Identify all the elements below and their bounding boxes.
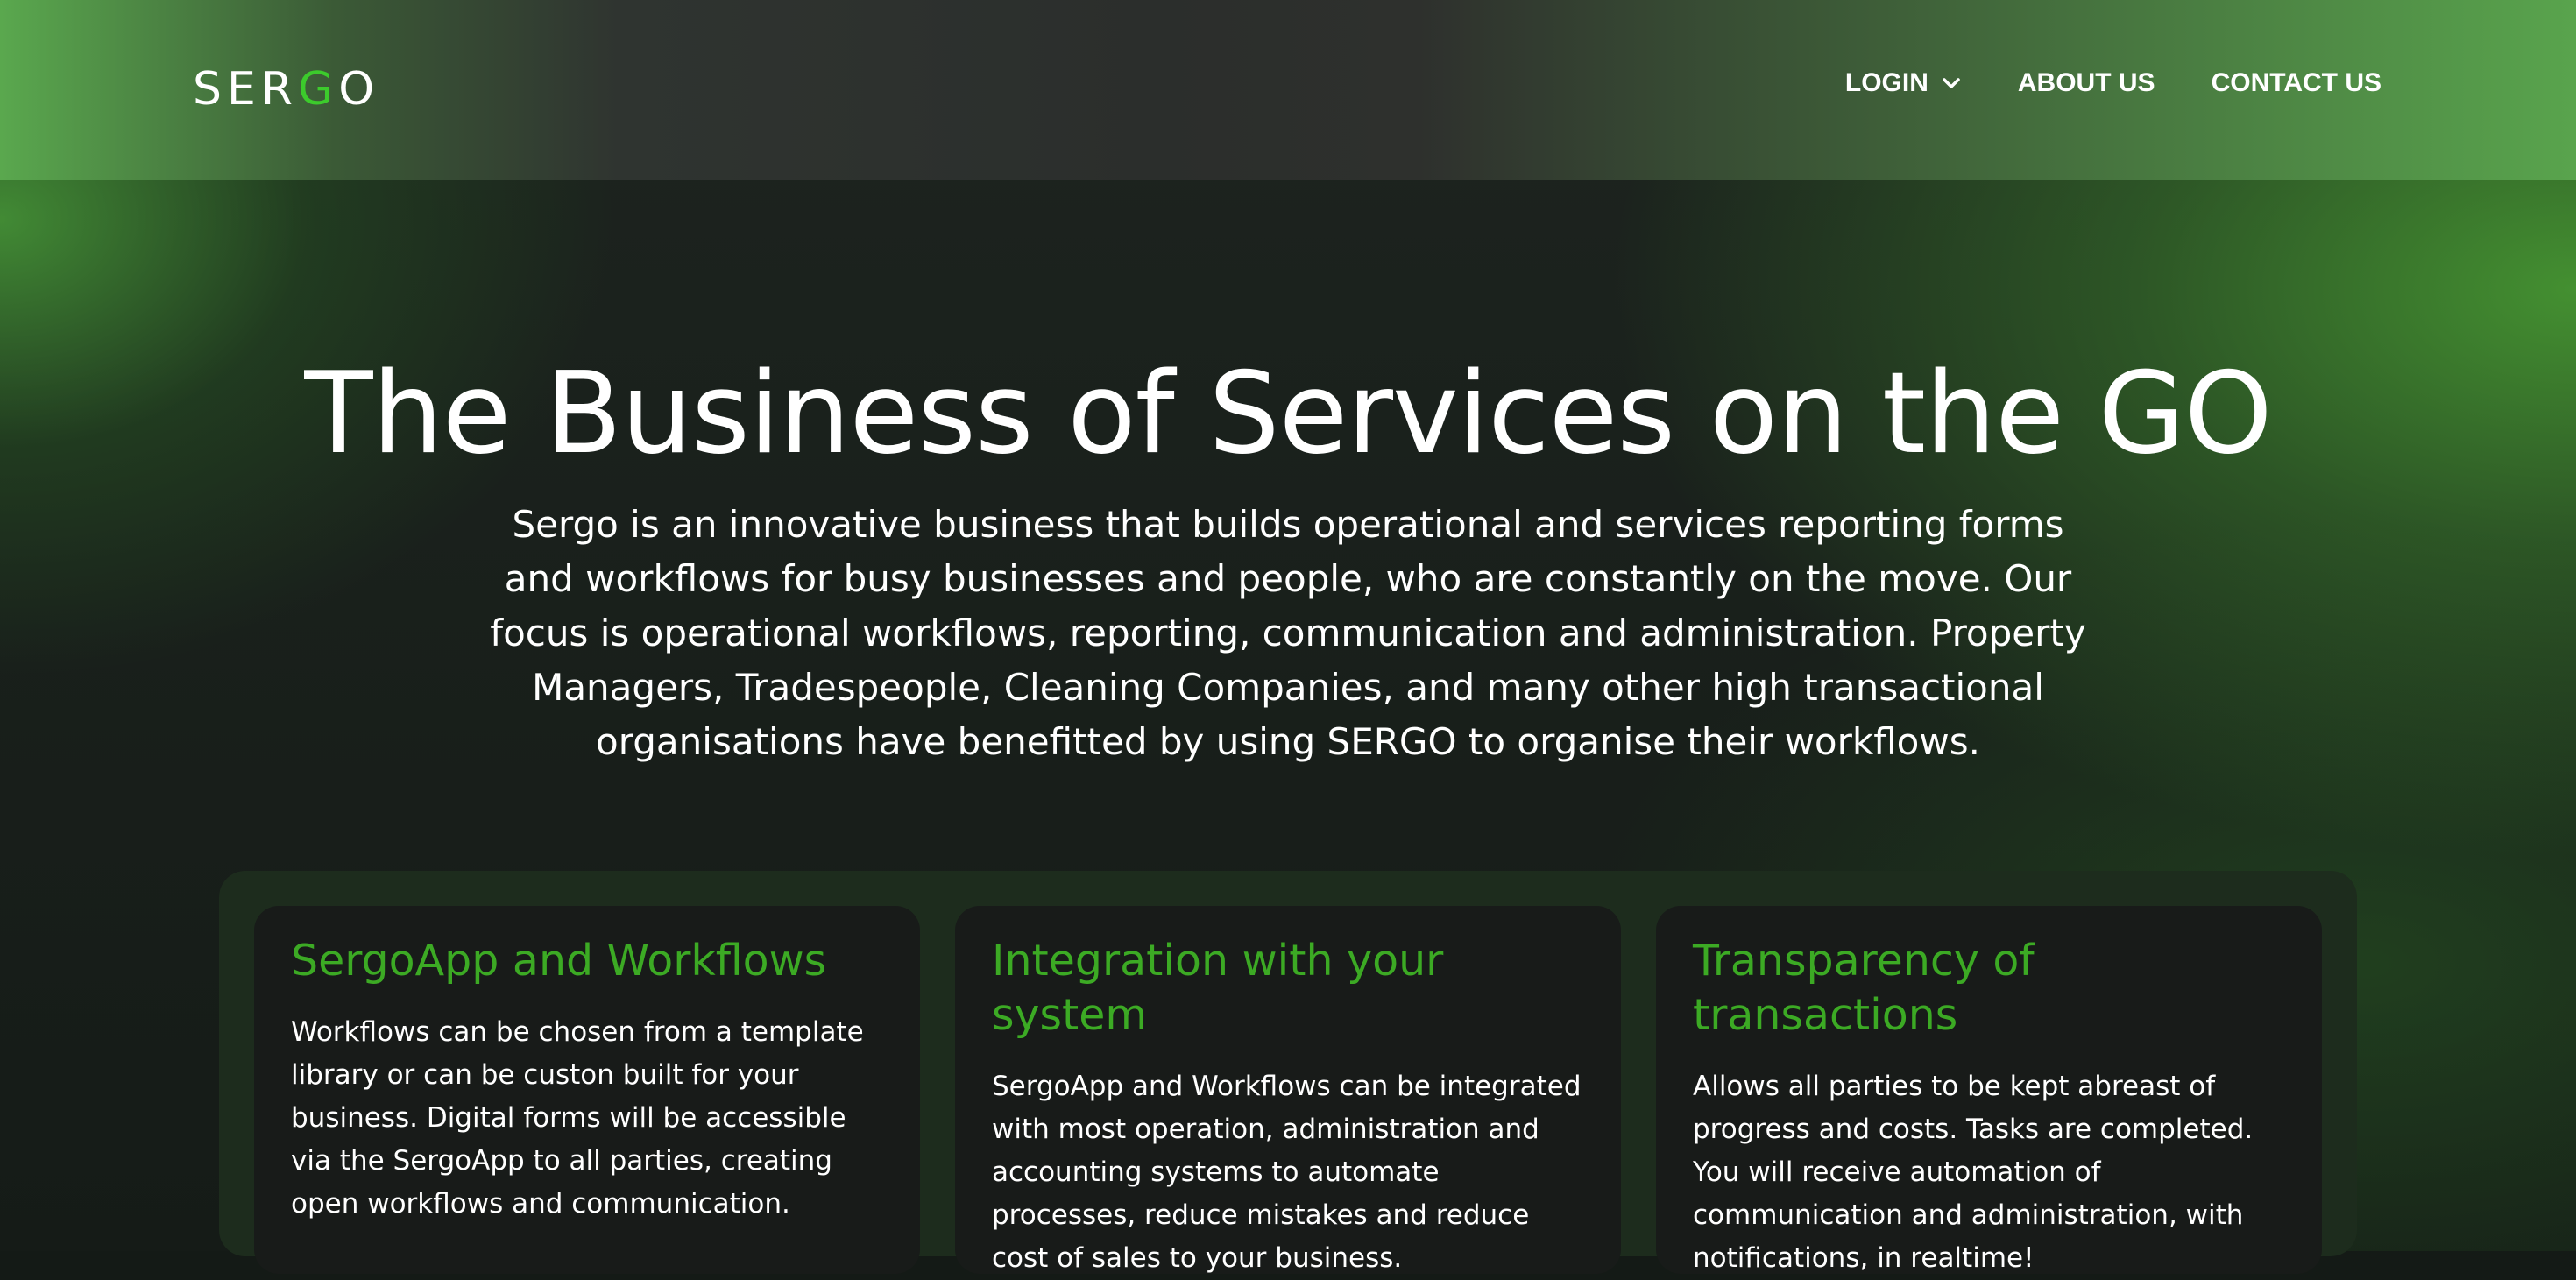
contact-us-link[interactable]: CONTACT US	[2212, 68, 2381, 98]
logo-text-suffix: O	[338, 63, 380, 116]
feature-card-transparency: Transparency of transactions Allows all …	[1656, 906, 2322, 1274]
login-dropdown[interactable]: LOGIN	[1845, 68, 1962, 98]
hero-title: The Business of Services on the GO	[304, 348, 2272, 479]
chevron-down-icon	[1943, 78, 1960, 88]
feature-body: Allows all parties to be kept abreast of…	[1693, 1071, 2254, 1274]
top-navigation-bar: SERGO LOGIN ABOUT US CONTACT US	[0, 0, 2576, 180]
feature-title: Integration with your system	[992, 936, 1444, 1040]
logo-text-accent: G	[298, 63, 339, 116]
feature-card-sergoapp: SergoApp and Workflows Workflows can be …	[254, 906, 920, 1274]
feature-card-integration: Integration with your system SergoApp an…	[955, 906, 1621, 1274]
sergo-logo[interactable]: SERGO	[193, 63, 379, 116]
login-label: LOGIN	[1844, 68, 1928, 97]
hero-description: Sergo is an innovative business that bui…	[490, 503, 2086, 763]
main-nav: LOGIN ABOUT US CONTACT US	[1845, 68, 2381, 98]
logo-text-prefix: SER	[193, 63, 298, 116]
feature-body: Workflows can be chosen from a template …	[291, 1016, 864, 1220]
feature-body: SergoApp and Workflows can be integrated…	[992, 1071, 1582, 1274]
features-panel: SergoApp and Workflows Workflows can be …	[219, 871, 2357, 1274]
feature-title: Transparency of transactions	[1693, 936, 2035, 1040]
about-us-link[interactable]: ABOUT US	[2018, 68, 2155, 98]
feature-title: SergoApp and Workflows	[291, 936, 827, 986]
